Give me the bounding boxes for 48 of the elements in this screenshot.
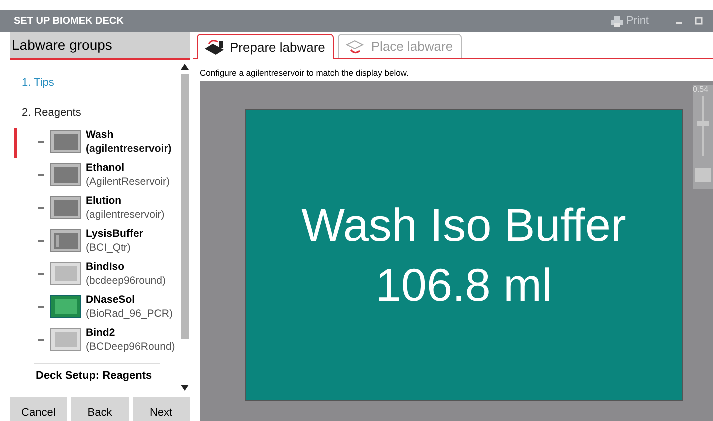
group-item[interactable]: 1. Tips	[10, 68, 180, 98]
reagent-name[interactable]: Wash	[86, 128, 172, 142]
zoom-slider-thumb[interactable]	[697, 121, 709, 126]
dash-icon	[38, 207, 44, 209]
labware-type: (AgilentReservoir)	[86, 175, 170, 189]
reagent-name[interactable]: BindIso	[86, 260, 166, 274]
nav-button[interactable]: Next	[132, 397, 190, 421]
labware-type: (BioRad_96_PCR)	[86, 307, 173, 321]
instruction-text: Configure a agilentreservoir to match the display below.	[199, 67, 410, 80]
dash-icon	[38, 240, 44, 242]
plate-icon	[50, 328, 82, 352]
labware-type: (BCDeep96Round)	[86, 340, 176, 354]
deck-setup-label: Deck Setup: Reagents	[35, 370, 154, 382]
printer-icon	[611, 16, 624, 26]
reservoir-icon	[50, 163, 82, 187]
labware-type: (agilentreservoir)	[86, 142, 172, 156]
window-title: SET UP BIOMEK DECK	[14, 16, 125, 26]
reagent-name[interactable]: Elution	[86, 194, 165, 208]
labware-type: (agilentreservoir)	[86, 208, 165, 222]
labware-type: (bcdeep96round)	[86, 274, 166, 288]
plate-icon	[50, 295, 82, 319]
nav-button[interactable]: Cancel	[10, 397, 68, 421]
reagent-name[interactable]: LysisBuffer	[86, 227, 144, 241]
scroll-down-icon[interactable]	[181, 385, 189, 391]
scroll-up-icon[interactable]	[181, 64, 189, 70]
nav-button[interactable]: Back	[71, 397, 129, 421]
dash-icon	[38, 339, 44, 341]
dash-icon	[38, 174, 44, 176]
labware-plate-icon	[204, 38, 226, 56]
display-text: 106.8 ml	[376, 258, 552, 313]
dash-icon	[38, 141, 44, 143]
panel-header: Labware groups	[10, 32, 190, 60]
reagent-name[interactable]: Ethanol	[86, 161, 170, 175]
quarter-reservoir-icon	[50, 229, 82, 253]
zoom-reading: 0.54	[693, 85, 710, 94]
reservoir-icon	[50, 196, 82, 220]
reagent-name[interactable]: DNaseSol	[86, 293, 173, 307]
reservoir-icon	[50, 130, 82, 154]
scrollbar-thumb[interactable]	[181, 74, 189, 339]
labware-type: (BCI_Qtr)	[86, 241, 132, 255]
dash-icon	[38, 273, 44, 275]
maximize-icon[interactable]	[695, 17, 703, 25]
dash-icon	[38, 306, 44, 308]
display-text: Wash Iso Buffer	[302, 198, 626, 253]
reagent-name[interactable]: Bind2	[86, 326, 176, 340]
plate-icon	[50, 262, 82, 286]
group-item[interactable]: 2. Reagents	[10, 98, 180, 128]
tab[interactable]: Prepare labware	[197, 34, 334, 59]
